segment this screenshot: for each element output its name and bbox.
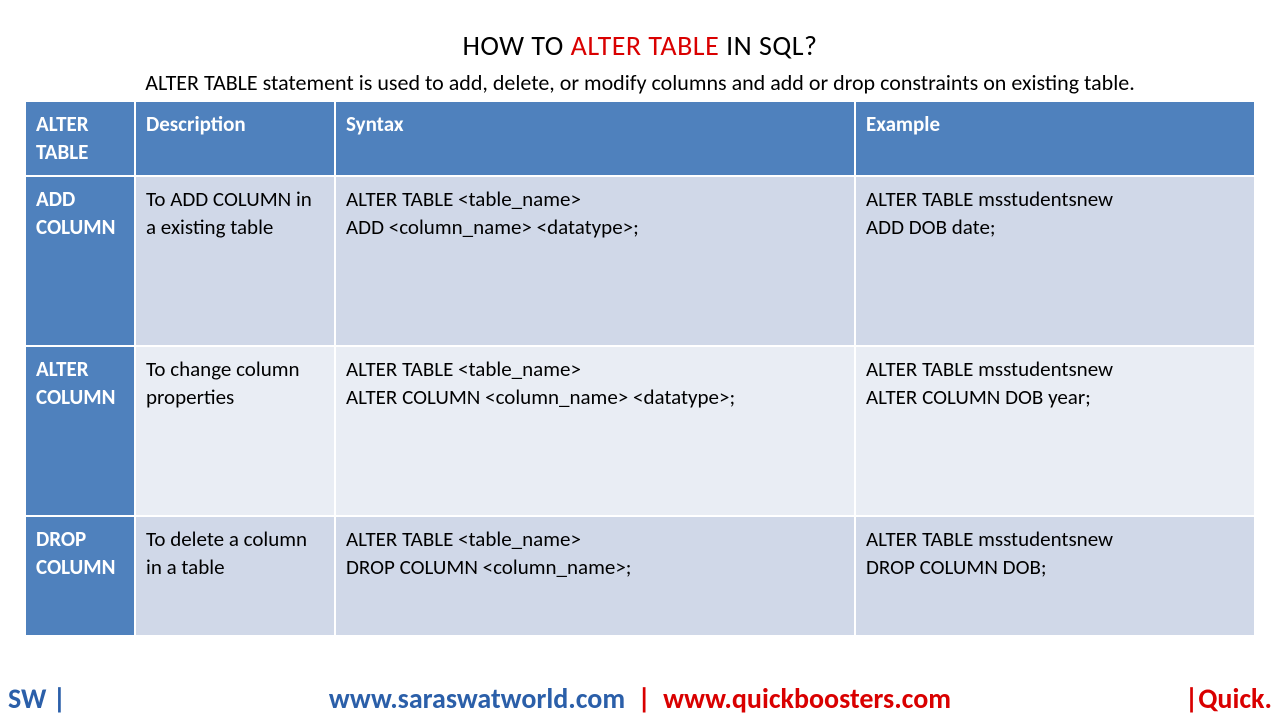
cell-syntax: ALTER TABLE <table_name> ALTER COLUMN <c… — [335, 346, 855, 516]
footer: SW | www.saraswatworld.com | www.quickbo… — [0, 681, 1280, 716]
footer-center: www.saraswatworld.com | www.quickbooster… — [329, 681, 951, 716]
page-title: HOW TO ALTER TABLE IN SQL? — [0, 0, 1280, 63]
header-example: Example — [855, 101, 1255, 176]
cell-example: ALTER TABLE msstudentsnew ALTER COLUMN D… — [855, 346, 1255, 516]
row-label-add-column: ADD COLUMN — [25, 176, 135, 346]
table-row: DROP COLUMN To delete a column in a tabl… — [25, 516, 1255, 636]
cell-syntax: ALTER TABLE <table_name> ADD <column_nam… — [335, 176, 855, 346]
page-subtitle: ALTER TABLE statement is used to add, de… — [0, 63, 1280, 100]
header-syntax: Syntax — [335, 101, 855, 176]
footer-link-saraswat: www.saraswatworld.com — [329, 681, 625, 716]
cell-description: To change column properties — [135, 346, 335, 516]
header-description: Description — [135, 101, 335, 176]
cell-syntax: ALTER TABLE <table_name> DROP COLUMN <co… — [335, 516, 855, 636]
cell-example: ALTER TABLE msstudentsnew ADD DOB date; — [855, 176, 1255, 346]
table-row: ADD COLUMN To ADD COLUMN in a existing t… — [25, 176, 1255, 346]
footer-link-quickboosters: www.quickboosters.com — [663, 681, 951, 716]
title-part2: ALTER TABLE — [571, 28, 720, 63]
cell-description: To ADD COLUMN in a existing table — [135, 176, 335, 346]
header-alter-table: ALTER TABLE — [25, 101, 135, 176]
cell-description: To delete a column in a table — [135, 516, 335, 636]
row-label-drop-column: DROP COLUMN — [25, 516, 135, 636]
row-label-alter-column: ALTER COLUMN — [25, 346, 135, 516]
title-part1: HOW TO — [462, 28, 570, 63]
footer-separator: | — [631, 681, 656, 716]
cell-example: ALTER TABLE msstudentsnew DROP COLUMN DO… — [855, 516, 1255, 636]
footer-right: |Quick. — [1185, 681, 1274, 716]
table-header-row: ALTER TABLE Description Syntax Example — [25, 101, 1255, 176]
footer-left: SW | — [6, 681, 66, 716]
alter-table-reference: ALTER TABLE Description Syntax Example A… — [24, 100, 1256, 637]
table-row: ALTER COLUMN To change column properties… — [25, 346, 1255, 516]
title-part3: IN SQL? — [719, 28, 817, 63]
